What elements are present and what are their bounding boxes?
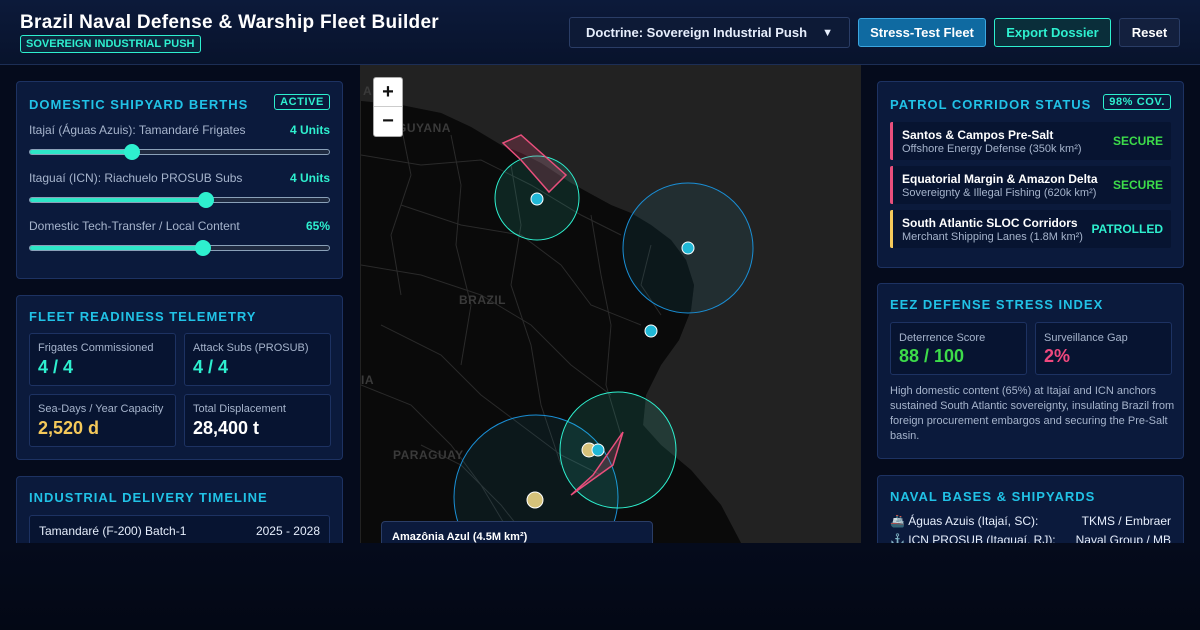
active-badge: ACTIVE xyxy=(274,94,330,110)
patrol-corridor-panel: Patrol Corridor Status 98% COV. Santos &… xyxy=(877,81,1184,268)
surveillance-gap-card: Surveillance Gap 2% xyxy=(1035,322,1172,375)
app-title: Brazil Naval Defense & Warship Fleet Bui… xyxy=(20,12,439,33)
slider-fill xyxy=(30,150,132,154)
map-label-partial: IA xyxy=(361,373,374,387)
local-content-slider[interactable] xyxy=(29,240,330,256)
export-dossier-button[interactable]: Export Dossier xyxy=(994,18,1111,47)
panel-title: Domestic Shipyard Berths xyxy=(29,97,249,112)
zoom-in-button[interactable]: + xyxy=(374,78,402,107)
map-label-partial: A xyxy=(363,84,373,98)
slider-thumb[interactable] xyxy=(123,144,140,160)
panel-title: Naval Bases & Shipyards xyxy=(890,489,1096,504)
deterrence-label: Deterrence Score xyxy=(899,332,986,344)
base-operator: TKMS / Embraer xyxy=(1081,514,1171,528)
corridor-item[interactable]: Santos & Campos Pre-Salt Offshore Energy… xyxy=(890,122,1171,160)
stat-card: Sea-Days / Year Capacity 2,520 d xyxy=(29,394,176,447)
local-content-slider-row: Domestic Tech-Transfer / Local Content 6… xyxy=(29,219,330,256)
stress-summary: High domestic content (65%) at Itajaí an… xyxy=(890,385,1175,442)
stat-label: Sea-Days / Year Capacity xyxy=(38,403,164,415)
corridor-name: Santos & Campos Pre-Salt xyxy=(902,128,1054,142)
shipyard-berths-panel: Domestic Shipyard Berths ACTIVE Itajaí (… xyxy=(16,81,343,279)
stat-card: Total Displacement 28,400 t xyxy=(184,394,331,447)
chevron-down-icon: ▼ xyxy=(822,26,833,39)
slider-thumb[interactable] xyxy=(195,240,212,256)
map-popup: Amazônia Azul (4.5M km²) xyxy=(381,521,653,543)
surveillance-gap-label: Surveillance Gap xyxy=(1044,332,1128,344)
corridor-item[interactable]: Equatorial Margin & Amazon Delta Soverei… xyxy=(890,166,1171,204)
corridor-subtitle: Merchant Shipping Lanes (1.8M km²) xyxy=(902,231,1083,243)
slider-value: 65% xyxy=(305,219,330,233)
doctrine-select[interactable]: Doctrine: Sovereign Industrial Push ▼ xyxy=(569,17,850,48)
popup-title: Amazônia Azul (4.5M km²) xyxy=(392,531,528,543)
corridor-status: SECURE xyxy=(1112,178,1163,192)
stat-value: 4 / 4 xyxy=(38,357,74,377)
slider-fill xyxy=(30,246,204,250)
corridor-name: South Atlantic SLOC Corridors xyxy=(902,216,1078,230)
stat-card: Attack Subs (PROSUB) 4 / 4 xyxy=(184,333,331,386)
zoom-out-button[interactable]: − xyxy=(374,107,402,136)
deterrence-value: 88 / 100 xyxy=(899,346,965,366)
doctrine-select-value: Doctrine: Sovereign Industrial Push xyxy=(586,25,808,40)
zoom-control: + − xyxy=(373,77,403,137)
corridor-name: Equatorial Margin & Amazon Delta xyxy=(902,172,1098,186)
sub-slider[interactable] xyxy=(29,192,330,208)
reset-button[interactable]: Reset xyxy=(1119,18,1180,47)
corridor-status: SECURE xyxy=(1112,134,1163,148)
stress-index-panel: EEZ Defense Stress Index Deterrence Scor… xyxy=(877,283,1184,459)
stat-value: 4 / 4 xyxy=(193,357,229,377)
slider-value: 4 Units xyxy=(289,171,330,185)
map-view[interactable]: GUYANA BRAZIL PARAGUAY IA A + − Amazônia… xyxy=(360,65,861,543)
timeline-item-name: Tamandaré (F-200) Batch-1 xyxy=(39,524,187,538)
base-marker[interactable] xyxy=(681,241,695,255)
map-label-paraguay: PARAGUAY xyxy=(393,448,464,462)
panel-title: EEZ Defense Stress Index xyxy=(890,297,1104,312)
frigate-slider[interactable] xyxy=(29,144,330,160)
corridor-item[interactable]: South Atlantic SLOC Corridors Merchant S… xyxy=(890,210,1171,248)
slider-label: Itajaí (Águas Azuis): Tamandaré Frigates xyxy=(29,123,246,137)
map-label-guyana: GUYANA xyxy=(397,121,451,135)
page-footer-area xyxy=(0,543,1200,630)
corridor-subtitle: Sovereignty & Illegal Fishing (620k km²) xyxy=(902,187,1097,199)
timeline-item-years: 2025 - 2028 xyxy=(255,524,320,538)
slider-value: 4 Units xyxy=(289,123,330,137)
stat-label: Total Displacement xyxy=(193,403,286,415)
slider-label: Domestic Tech-Transfer / Local Content xyxy=(29,219,240,233)
fleet-telemetry-panel: Fleet Readiness Telemetry Frigates Commi… xyxy=(16,295,343,460)
coverage-badge: 98% COV. xyxy=(1103,94,1171,110)
base-marker[interactable] xyxy=(591,443,605,457)
frigate-slider-row: Itajaí (Águas Azuis): Tamandaré Frigates… xyxy=(29,123,330,160)
slider-label: Itaguaí (ICN): Riachuelo PROSUB Subs xyxy=(29,171,243,185)
app-header: Brazil Naval Defense & Warship Fleet Bui… xyxy=(0,0,1200,65)
corridor-status: PATROLLED xyxy=(1091,222,1163,236)
panel-title: Fleet Readiness Telemetry xyxy=(29,309,257,324)
base-name: 🚢 Águas Azuis (Itajaí, SC): xyxy=(890,514,1039,528)
surveillance-gap-value: 2% xyxy=(1044,346,1071,366)
deterrence-card: Deterrence Score 88 / 100 xyxy=(890,322,1027,375)
stat-label: Attack Subs (PROSUB) xyxy=(193,342,309,354)
panel-title: Industrial Delivery Timeline xyxy=(29,490,268,505)
corridor-subtitle: Offshore Energy Defense (350k km²) xyxy=(902,143,1082,155)
map-canvas xyxy=(361,65,860,543)
stat-value: 28,400 t xyxy=(193,418,260,438)
panel-title: Patrol Corridor Status xyxy=(890,97,1092,112)
slider-thumb[interactable] xyxy=(198,192,215,208)
base-marker[interactable] xyxy=(644,324,658,338)
shipyard-marker[interactable] xyxy=(526,491,544,509)
slider-fill xyxy=(30,198,207,202)
doctrine-mode-badge: SOVEREIGN INDUSTRIAL PUSH xyxy=(20,35,201,53)
map-label-brazil: BRAZIL xyxy=(459,293,506,307)
stat-card: Frigates Commissioned 4 / 4 xyxy=(29,333,176,386)
stat-value: 2,520 d xyxy=(38,418,100,438)
base-marker[interactable] xyxy=(530,192,544,206)
stat-label: Frigates Commissioned xyxy=(38,342,154,354)
sub-slider-row: Itaguaí (ICN): Riachuelo PROSUB Subs 4 U… xyxy=(29,171,330,208)
stress-test-button[interactable]: Stress-Test Fleet xyxy=(858,18,986,47)
